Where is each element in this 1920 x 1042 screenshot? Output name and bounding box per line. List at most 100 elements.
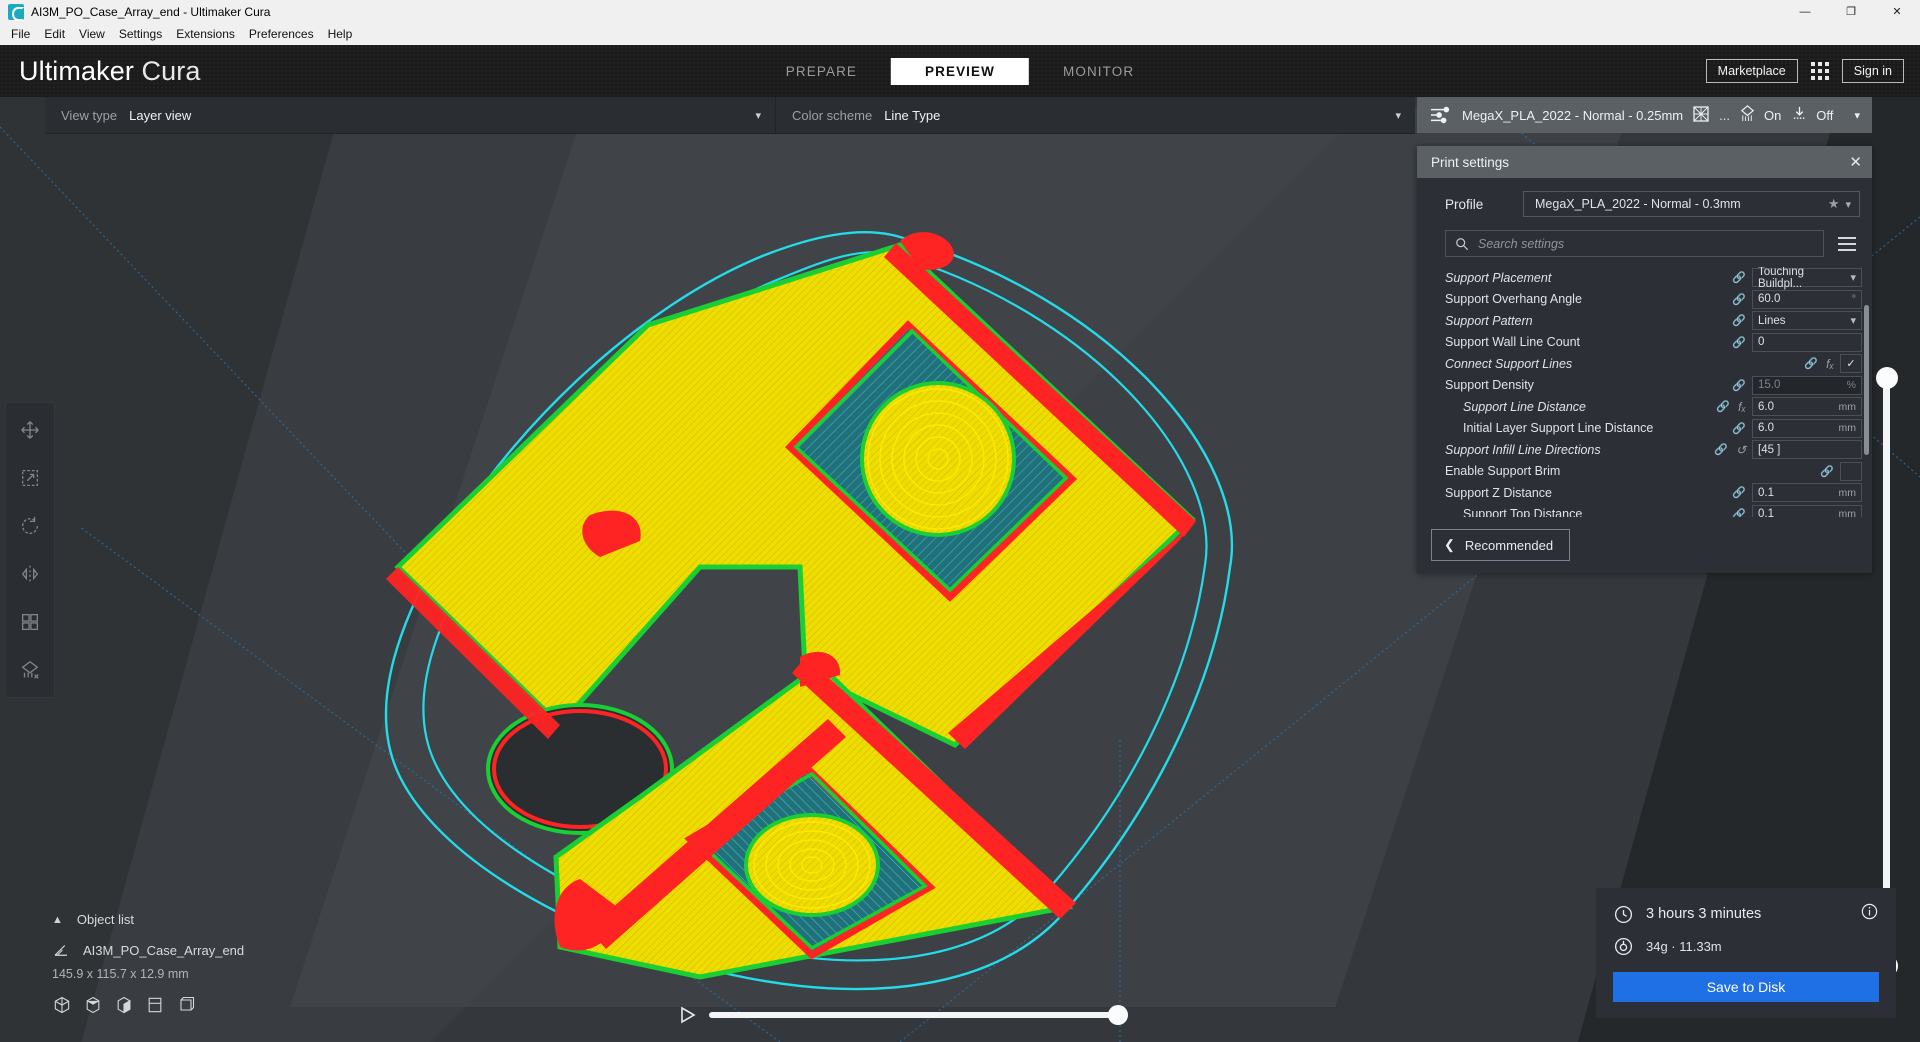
minimize-button[interactable]: — — [1782, 0, 1828, 23]
setting-row[interactable]: Support Infill Line Directions 🔗 ↺ [45 ] — [1445, 439, 1862, 461]
close-icon[interactable]: ✕ — [1849, 155, 1862, 170]
setting-dropdown[interactable]: Lines ▾ — [1752, 311, 1862, 331]
chevron-down-icon-3[interactable]: ▾ — [1854, 109, 1860, 122]
sign-in-button[interactable]: Sign in — [1841, 58, 1904, 84]
setting-row[interactable]: Connect Support Lines 🔗 fₓ ✓ — [1445, 353, 1862, 375]
link-icon[interactable]: 🔗 — [1732, 486, 1746, 499]
close-button[interactable]: ✕ — [1874, 0, 1920, 23]
setting-row[interactable]: Support Top Distance 🔗 0.1 mm — [1445, 504, 1862, 517]
object-list-header[interactable]: ▲ Object list — [52, 912, 382, 927]
solid-view-icon[interactable] — [52, 995, 72, 1015]
link-icon[interactable]: 🔗 — [1716, 400, 1730, 413]
tab-monitor[interactable]: MONITOR — [1029, 58, 1168, 85]
menu-help[interactable]: Help — [321, 25, 360, 43]
layer-view-icon[interactable] — [114, 995, 134, 1015]
layer-slider-track[interactable] — [1883, 377, 1890, 967]
view-type-selector[interactable]: View type Layer view ▾ — [45, 97, 775, 133]
xray-view-icon[interactable] — [83, 995, 103, 1015]
tool-column — [6, 403, 54, 697]
setting-input[interactable]: 6.0 mm — [1752, 418, 1862, 438]
mirror-tool-icon[interactable] — [13, 557, 47, 591]
support-blocker-icon[interactable] — [13, 653, 47, 687]
compatibility-view-icon[interactable] — [145, 995, 165, 1015]
menu-file[interactable]: File — [4, 25, 37, 43]
profile-dropdown[interactable]: MegaX_PLA_2022 - Normal - 0.3mm ★ ▾ — [1523, 191, 1860, 217]
setting-dropdown[interactable]: Touching Buildpl... ▾ — [1752, 267, 1862, 290]
menu-edit[interactable]: Edit — [37, 25, 72, 43]
cura-app-icon — [8, 3, 24, 21]
apps-grid-icon[interactable] — [1810, 62, 1829, 80]
setting-icons: 🔗 fₓ — [1702, 400, 1746, 414]
chevron-down-icon-2: ▾ — [1395, 109, 1401, 122]
setting-label: Connect Support Lines — [1445, 356, 1573, 371]
link-icon[interactable]: 🔗 — [1732, 314, 1746, 327]
recommended-mode-button[interactable]: ❮ Recommended — [1431, 529, 1571, 561]
scale-tool-icon[interactable] — [13, 461, 47, 495]
link-icon[interactable]: 🔗 — [1732, 336, 1746, 349]
link-icon[interactable]: 🔗 — [1732, 508, 1746, 517]
setting-checkbox[interactable]: ✓ — [1840, 354, 1862, 374]
print-settings-panel: Print settings ✕ Profile MegaX_PLA_2022 … — [1417, 146, 1872, 573]
setting-row[interactable]: Enable Support Brim 🔗 — [1445, 461, 1862, 483]
layer-slider-upper-handle[interactable]: 63 — [1842, 351, 1898, 389]
color-scheme-value: Line Type — [884, 107, 941, 123]
setting-input[interactable]: 60.0 ° — [1752, 289, 1862, 309]
setting-input[interactable]: 15.0% — [1752, 375, 1862, 395]
play-icon[interactable] — [680, 1006, 696, 1024]
link-icon[interactable]: 🔗 — [1820, 465, 1834, 478]
tab-preview[interactable]: PREVIEW — [891, 57, 1029, 85]
layer-slider[interactable]: 63 — [1842, 351, 1898, 977]
setting-label: Support Line Distance — [1463, 399, 1586, 414]
setting-row[interactable]: Support Density 🔗 15.0% — [1445, 375, 1862, 397]
search-settings-input[interactable]: Search settings — [1445, 230, 1824, 257]
object-list-item[interactable]: AI3M_PO_Case_Array_end — [52, 941, 382, 959]
setting-row[interactable]: Support Pattern 🔗 Lines ▾ — [1445, 310, 1862, 332]
layer-playback-knob[interactable] — [1108, 1005, 1128, 1025]
setting-input[interactable]: 0 — [1752, 332, 1862, 352]
app-brand: Ultimaker Cura — [19, 56, 200, 87]
move-tool-icon[interactable] — [13, 413, 47, 447]
print-info-button[interactable] — [1860, 902, 1879, 926]
setting-input[interactable] — [1840, 461, 1862, 481]
link-icon[interactable]: 🔗 — [1732, 379, 1746, 392]
star-icon[interactable]: ★ — [1828, 196, 1840, 212]
color-scheme-selector[interactable]: Color scheme Line Type ▾ — [776, 97, 1415, 133]
maximize-button[interactable]: ❐ — [1828, 0, 1874, 23]
print-setup-selector[interactable]: MegaX_PLA_2022 - Normal - 0.25mm ... On … — [1417, 97, 1872, 133]
simulation-view-icon[interactable] — [176, 995, 196, 1015]
formula-icon[interactable]: fₓ — [1738, 400, 1746, 414]
menu-extensions[interactable]: Extensions — [169, 25, 242, 43]
formula-icon[interactable]: fₓ — [1826, 357, 1834, 371]
window-title-bar: AI3M_PO_Case_Array_end - Ultimaker Cura … — [0, 0, 1920, 23]
link-icon[interactable]: 🔗 — [1804, 357, 1818, 370]
settings-visibility-icon[interactable] — [1834, 235, 1860, 253]
link-icon[interactable]: 🔗 — [1732, 422, 1746, 435]
per-model-settings-icon[interactable] — [13, 605, 47, 639]
chevron-up-icon: ▲ — [52, 913, 63, 926]
save-to-disk-button[interactable]: Save to Disk — [1613, 972, 1879, 1002]
link-icon[interactable]: 🔗 — [1714, 443, 1728, 456]
menu-preferences[interactable]: Preferences — [242, 25, 321, 43]
tab-prepare[interactable]: PREPARE — [752, 58, 891, 85]
rotate-tool-icon[interactable] — [13, 509, 47, 543]
setting-input[interactable]: 6.0 mm — [1752, 397, 1862, 417]
menu-view[interactable]: View — [72, 25, 112, 43]
marketplace-button[interactable]: Marketplace — [1705, 58, 1798, 84]
setting-row[interactable]: Support Placement 🔗 Touching Buildpl... ▾ — [1445, 267, 1862, 290]
setting-row[interactable]: Support Z Distance 🔗 0.1 mm — [1445, 482, 1862, 504]
setting-row[interactable]: Support Line Distance 🔗 fₓ 6.0 mm — [1445, 396, 1862, 418]
setting-row[interactable]: Initial Layer Support Line Distance 🔗 6.0 m… — [1445, 418, 1862, 440]
revert-icon[interactable]: ↺ — [1736, 443, 1746, 457]
profile-row: Profile MegaX_PLA_2022 - Normal - 0.3mm … — [1417, 190, 1872, 218]
setting-row[interactable]: Support Wall Line Count 🔗 0 — [1445, 332, 1862, 354]
setting-input[interactable]: [45 ] — [1752, 440, 1862, 460]
link-icon[interactable]: 🔗 — [1732, 293, 1746, 306]
link-icon[interactable]: 🔗 — [1732, 271, 1746, 284]
setting-input[interactable]: 0.1 mm — [1752, 504, 1862, 517]
setting-row[interactable]: Support Overhang Angle 🔗 60.0 ° — [1445, 289, 1862, 311]
settings-list[interactable]: Support Placement 🔗 Touching Buildpl... ▾ Su… — [1417, 267, 1872, 517]
menu-settings[interactable]: Settings — [112, 25, 169, 43]
layer-playback-track[interactable] — [709, 1005, 1128, 1025]
setting-input[interactable]: 0.1 mm — [1752, 483, 1862, 503]
settings-scrollbar[interactable] — [1864, 305, 1869, 455]
